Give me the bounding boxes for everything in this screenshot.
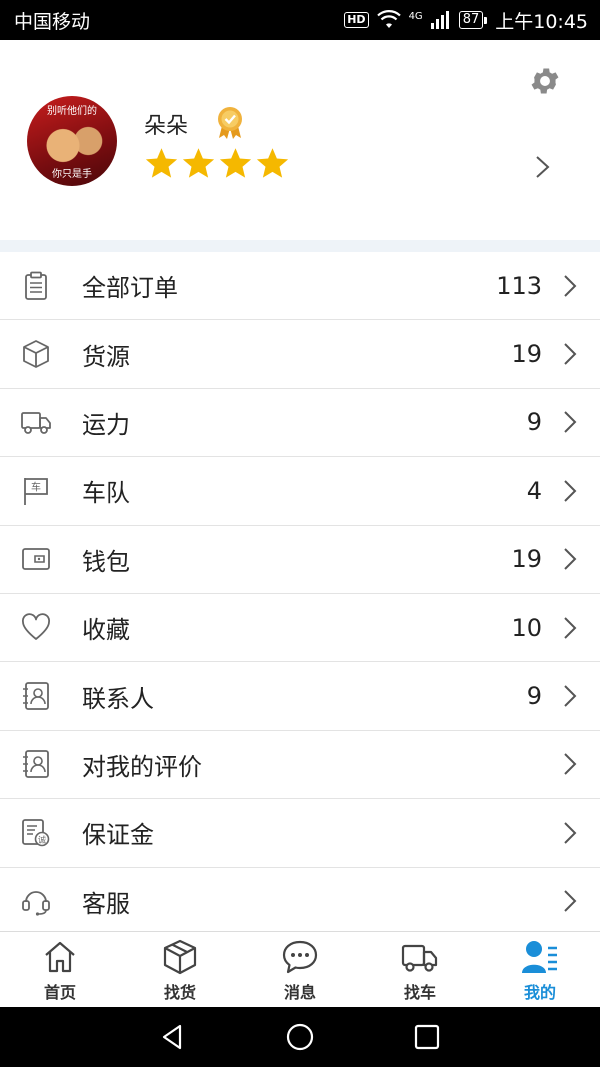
chevron-right-icon — [564, 616, 577, 639]
menu-row-3[interactable]: 车 车队 4 — [0, 457, 600, 526]
tab-2[interactable]: 消息 — [240, 932, 360, 1007]
tab-1[interactable]: 找货 — [120, 932, 240, 1007]
menu-row-count: 19 — [511, 340, 542, 369]
tab-0[interactable]: 首页 — [0, 932, 120, 1007]
avatar-caption-bottom: 你只是手 — [52, 169, 92, 180]
clock: 上午10:45 — [495, 10, 588, 33]
user-list-icon — [522, 941, 557, 973]
medal-icon — [218, 107, 242, 139]
menu-row-2[interactable]: 运力 9 — [0, 389, 600, 458]
carrier-name: 中国移动 — [14, 10, 91, 33]
menu-row-count: 10 — [511, 613, 542, 642]
heart-icon — [22, 612, 50, 640]
status-bar: 中国移动 HD 4G 87 上午10:45 — [0, 0, 600, 40]
system-nav-bar — [0, 1007, 600, 1067]
tab-label: 我的 — [523, 983, 556, 1002]
menu-list: 全部订单 113 货源 19 运力 9 车 车队 4 钱包 19 收藏 10 联系人 9 对我的评价诚 保证金客… — [0, 252, 600, 936]
menu-row-label: 对我的评价 — [82, 752, 202, 781]
hd-badge: HD — [344, 12, 369, 28]
menu-row-7[interactable]: 对我的评价 — [0, 731, 600, 800]
bottom-tab-bar: 首页 找货 消息 找车 我的 — [0, 931, 600, 1007]
clipboard-icon — [25, 271, 47, 300]
battery-icon: 87 — [458, 11, 488, 29]
tab-4[interactable]: 我的 — [480, 932, 600, 1007]
star-icon — [182, 148, 215, 178]
star-icon — [219, 148, 252, 178]
menu-row-8[interactable]: 诚 保证金 — [0, 799, 600, 868]
truck-icon — [21, 412, 51, 435]
avatar[interactable]: 别听他们的 你只是手 — [27, 96, 117, 186]
gear-icon[interactable] — [528, 64, 562, 98]
deposit-icon: 诚 — [22, 818, 50, 847]
chevron-right-icon — [564, 822, 577, 844]
menu-row-label: 联系人 — [82, 684, 154, 713]
menu-row-5[interactable]: 收藏 10 — [0, 594, 600, 663]
profile-header[interactable]: 别听他们的 你只是手 朵朵 — [0, 40, 600, 240]
chevron-right-icon — [564, 890, 577, 912]
menu-row-count: 19 — [511, 545, 542, 574]
home-icon — [45, 941, 75, 973]
menu-row-label: 货源 — [82, 342, 130, 371]
chevron-right-icon — [564, 548, 577, 570]
star-icon — [256, 148, 289, 178]
review-card-icon — [23, 750, 49, 779]
tab-label: 找货 — [163, 983, 196, 1002]
menu-row-4[interactable]: 钱包 19 — [0, 526, 600, 594]
battery-level: 87 — [458, 11, 484, 29]
menu-row-0[interactable]: 全部订单 113 — [0, 252, 600, 321]
svg-text:车: 车 — [31, 480, 41, 493]
menu-row-count: 113 — [496, 271, 542, 300]
menu-row-label: 客服 — [82, 889, 130, 918]
truck-icon — [401, 944, 438, 972]
star-icon — [145, 148, 178, 178]
chevron-right-icon — [564, 274, 577, 297]
package-icon — [23, 340, 49, 368]
tab-3[interactable]: 找车 — [360, 932, 480, 1007]
menu-row-label: 收藏 — [82, 616, 130, 645]
tab-label: 找车 — [403, 983, 436, 1002]
flag-icon: 车 — [24, 477, 48, 505]
wifi-icon — [376, 10, 401, 28]
menu-row-9[interactable]: 客服 — [0, 868, 600, 936]
svg-text:诚: 诚 — [38, 834, 46, 844]
menu-row-count: 4 — [526, 476, 542, 505]
back-icon[interactable] — [158, 1022, 188, 1052]
menu-row-label: 钱包 — [82, 547, 130, 576]
chevron-right-icon[interactable] — [534, 154, 552, 180]
menu-row-label: 车队 — [82, 479, 130, 508]
menu-row-label: 全部订单 — [82, 274, 178, 303]
chevron-right-icon — [564, 411, 577, 434]
menu-row-count: 9 — [526, 682, 542, 711]
menu-row-6[interactable]: 联系人 9 — [0, 662, 600, 731]
contact-card-icon — [23, 682, 49, 710]
menu-row-label: 运力 — [82, 410, 130, 439]
username: 朵朵 — [144, 114, 189, 139]
chevron-right-icon — [564, 480, 577, 502]
chevron-right-icon — [564, 343, 577, 365]
headset-icon — [22, 891, 50, 916]
tab-label: 首页 — [43, 983, 76, 1002]
avatar-caption-top: 别听他们的 — [47, 106, 97, 117]
chevron-right-icon — [564, 685, 577, 707]
chevron-right-icon — [564, 753, 577, 776]
menu-row-1[interactable]: 货源 19 — [0, 320, 600, 389]
package-icon — [163, 939, 197, 975]
home-nav-icon[interactable] — [285, 1022, 315, 1052]
network-type: 4G — [408, 10, 423, 22]
recents-icon[interactable] — [412, 1022, 442, 1052]
rating-stars — [144, 146, 290, 181]
chat-bubble-icon — [282, 940, 318, 974]
status-icons: HD 4G 87 上午10:45 — [344, 7, 588, 34]
tab-label: 消息 — [283, 983, 316, 1002]
section-divider — [0, 240, 600, 252]
menu-row-count: 9 — [526, 408, 542, 437]
menu-row-label: 保证金 — [82, 821, 154, 850]
signal-icon — [430, 11, 449, 29]
wallet-icon — [22, 548, 50, 571]
